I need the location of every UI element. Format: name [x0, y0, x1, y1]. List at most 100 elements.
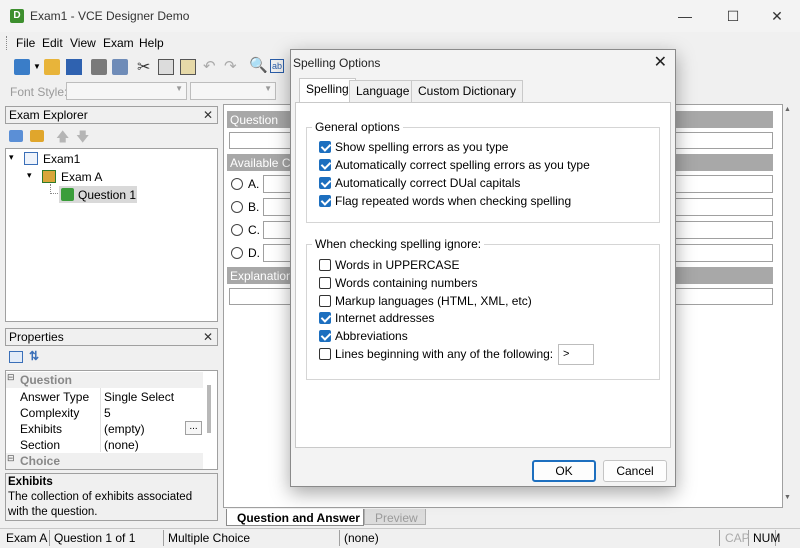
- choice-radio[interactable]: [231, 247, 243, 259]
- new-exam-icon[interactable]: [14, 59, 30, 75]
- prop-value[interactable]: 5: [104, 406, 111, 420]
- font-style-label: Font Style:: [10, 85, 68, 99]
- add-exam-icon[interactable]: [9, 130, 23, 142]
- replace-icon[interactable]: ab: [270, 59, 284, 73]
- tree-item-exam-a[interactable]: Exam A: [61, 170, 102, 184]
- move-up-icon[interactable]: 🡅: [56, 128, 69, 150]
- open-folder-icon[interactable]: [44, 59, 60, 75]
- close-icon[interactable]: ✕: [203, 330, 213, 344]
- prop-value[interactable]: Single Select: [104, 390, 174, 404]
- checkbox-checked-icon[interactable]: [319, 312, 331, 324]
- choice-radio[interactable]: [231, 201, 243, 213]
- checkbox-repeated-words[interactable]: Flag repeated words when checking spelli…: [319, 194, 571, 210]
- dropdown-arrow-icon[interactable]: ▼: [33, 62, 41, 71]
- window-title: Exam1 - VCE Designer Demo: [30, 9, 190, 23]
- cancel-button[interactable]: Cancel: [603, 460, 667, 482]
- checkbox-checked-icon[interactable]: [319, 330, 331, 342]
- expand-chevron-icon[interactable]: ▾: [9, 152, 14, 163]
- print-preview-icon[interactable]: [112, 59, 128, 75]
- editor-scrollbar[interactable]: [783, 104, 795, 508]
- section-choice: Choice: [20, 454, 61, 468]
- checkbox-checked-icon[interactable]: [319, 159, 331, 171]
- checkbox-icon[interactable]: [319, 295, 331, 307]
- checkbox-show-errors[interactable]: Show spelling errors as you type: [319, 140, 508, 156]
- prefix-input[interactable]: >: [558, 344, 594, 365]
- checkbox-abbreviations[interactable]: Abbreviations: [319, 329, 408, 345]
- prop-value[interactable]: (empty): [104, 422, 145, 436]
- question-icon: [61, 188, 74, 201]
- collapse-icon[interactable]: ⊟: [7, 372, 15, 383]
- checkbox-dual-capitals[interactable]: Automatically correct DUal capitals: [319, 176, 520, 192]
- font-style-combo[interactable]: ▼: [66, 82, 187, 100]
- checkbox-checked-icon[interactable]: [319, 177, 331, 189]
- close-window-button[interactable]: ✕: [754, 0, 800, 32]
- menu-exam[interactable]: Exam: [103, 36, 134, 50]
- checkbox-checked-icon[interactable]: [319, 141, 331, 153]
- menu-view[interactable]: View: [70, 36, 96, 50]
- tab-label: Question and Answer: [237, 511, 360, 525]
- scroll-down-icon[interactable]: ▼: [784, 494, 791, 501]
- checkbox-auto-correct[interactable]: Automatically correct spelling errors as…: [319, 158, 590, 174]
- checkbox-uppercase[interactable]: Words in UPPERCASE: [319, 258, 459, 274]
- add-section-icon[interactable]: [30, 130, 44, 142]
- categorized-icon[interactable]: [9, 351, 23, 363]
- save-icon[interactable]: [66, 59, 82, 75]
- menu-file[interactable]: File: [16, 36, 35, 50]
- checkbox-lines-beginning[interactable]: Lines beginning with any of the followin…: [319, 347, 553, 363]
- font-size-combo[interactable]: ▼: [190, 82, 276, 100]
- cut-icon[interactable]: ✂: [137, 57, 150, 77]
- status-section-name: (none): [340, 530, 720, 546]
- property-scrollbar[interactable]: [207, 385, 211, 433]
- close-icon[interactable]: ✕: [654, 52, 667, 72]
- minimize-button[interactable]: —: [662, 0, 708, 32]
- exhibits-ellipsis-button[interactable]: ...: [185, 421, 202, 435]
- tab-label: Preview: [375, 511, 418, 525]
- expand-chevron-icon[interactable]: ▾: [27, 170, 32, 181]
- checkbox-internet-addresses[interactable]: Internet addresses: [319, 311, 434, 327]
- copy-icon[interactable]: [158, 59, 174, 75]
- ok-button[interactable]: OK: [532, 460, 596, 482]
- exam-icon: [24, 152, 38, 165]
- maximize-button[interactable]: ☐: [710, 0, 756, 32]
- scroll-up-icon[interactable]: ▲: [784, 106, 791, 113]
- tree-item-question-1[interactable]: Question 1: [78, 188, 136, 202]
- choice-letter: B.: [248, 200, 260, 214]
- properties-title: Properties: [9, 330, 64, 344]
- checkbox-icon[interactable]: [319, 348, 331, 360]
- spelling-options-dialog: Spelling Options ✕ Spelling Language Cus…: [290, 49, 676, 487]
- redo-icon[interactable]: ↷: [224, 57, 237, 75]
- choice-letter: A.: [248, 177, 260, 191]
- tab-language[interactable]: Language: [349, 80, 417, 102]
- exam-tree: [5, 148, 218, 322]
- tab-spelling[interactable]: Spelling: [299, 78, 356, 102]
- move-down-icon[interactable]: 🡇: [76, 128, 89, 150]
- choice-letter: C.: [248, 223, 260, 237]
- collapse-icon[interactable]: ⊟: [7, 453, 15, 464]
- checkbox-icon[interactable]: [319, 277, 331, 289]
- sort-alpha-icon[interactable]: ⇅: [29, 349, 39, 363]
- undo-icon[interactable]: ↶: [203, 57, 216, 75]
- chevron-down-icon: ▼: [175, 84, 183, 93]
- close-icon[interactable]: ✕: [203, 108, 213, 122]
- choice-radio[interactable]: [231, 224, 243, 236]
- print-icon[interactable]: [91, 59, 107, 75]
- prop-value[interactable]: (none): [104, 438, 139, 452]
- choice-radio[interactable]: [231, 178, 243, 190]
- checkbox-checked-icon[interactable]: [319, 195, 331, 207]
- paste-icon[interactable]: [180, 59, 196, 75]
- tab-custom-dictionary[interactable]: Custom Dictionary: [411, 80, 524, 102]
- status-num: NUM: [749, 530, 780, 546]
- chevron-down-icon: ▼: [264, 84, 272, 93]
- find-icon[interactable]: 🔍: [249, 56, 268, 74]
- tree-item-exam1[interactable]: Exam1: [43, 152, 80, 166]
- prop-name: Exhibits: [20, 422, 63, 436]
- menu-edit[interactable]: Edit: [42, 36, 63, 50]
- menu-help[interactable]: Help: [139, 36, 164, 50]
- explorer-title: Exam Explorer: [9, 108, 88, 122]
- status-question-count: Question 1 of 1: [50, 530, 164, 546]
- prop-divider: [100, 388, 101, 452]
- checkbox-markup[interactable]: Markup languages (HTML, XML, etc): [319, 294, 532, 310]
- checkbox-numbers[interactable]: Words containing numbers: [319, 276, 478, 292]
- checkbox-icon[interactable]: [319, 259, 331, 271]
- prop-name: Section: [20, 438, 61, 452]
